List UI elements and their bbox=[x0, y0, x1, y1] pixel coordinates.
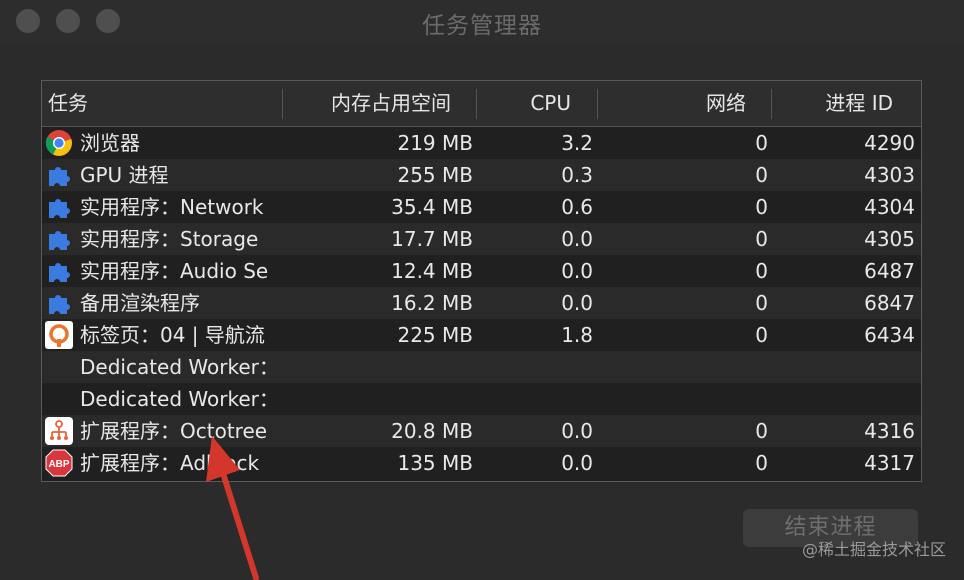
orange-logo-icon bbox=[45, 321, 73, 349]
network-value: 0 bbox=[755, 451, 768, 475]
pid-value: 4317 bbox=[864, 451, 915, 475]
process-table: 任务 内存占用空间 CPU 网络 进程 ID 浏览器 219 MB 3.2 0 … bbox=[41, 80, 922, 482]
table-row[interactable]: 标签页：04 | 导航流 225 MB 1.8 0 6434 bbox=[42, 319, 921, 351]
cpu-value: 0.0 bbox=[561, 227, 593, 251]
table-row[interactable]: Dedicated Worker： bbox=[42, 351, 921, 383]
table-row[interactable]: 实用程序：Storage 17.7 MB 0.0 0 4305 bbox=[42, 223, 921, 255]
network-value: 0 bbox=[755, 195, 768, 219]
column-divider bbox=[282, 89, 283, 119]
puzzle-icon bbox=[49, 167, 70, 186]
memory-value: 255 MB bbox=[397, 163, 473, 187]
octotree-icon bbox=[45, 417, 73, 445]
task-name: 标签页：04 | 导航流 bbox=[80, 323, 265, 347]
network-value: 0 bbox=[755, 131, 768, 155]
column-header-memory[interactable]: 内存占用空间 bbox=[331, 81, 451, 126]
task-name: Dedicated Worker： bbox=[80, 355, 279, 379]
svg-text:ABP: ABP bbox=[48, 459, 69, 470]
memory-value: 16.2 MB bbox=[391, 291, 473, 315]
cpu-value: 3.2 bbox=[561, 131, 593, 155]
table-row[interactable]: 扩展程序：Octotree 20.8 MB 0.0 0 4316 bbox=[42, 415, 921, 447]
pid-value: 6434 bbox=[864, 323, 915, 347]
network-value: 0 bbox=[755, 291, 768, 315]
watermark: @稀土掘金技术社区 bbox=[801, 540, 946, 559]
pid-value: 6487 bbox=[864, 259, 915, 283]
cpu-value: 1.8 bbox=[561, 323, 593, 347]
table-body: 浏览器 219 MB 3.2 0 4290 GPU 进程 255 MB 0.3 … bbox=[42, 127, 921, 479]
memory-value: 12.4 MB bbox=[391, 259, 473, 283]
puzzle-icon bbox=[49, 295, 70, 314]
cpu-value: 0.3 bbox=[561, 163, 593, 187]
memory-value: 219 MB bbox=[397, 131, 473, 155]
pid-value: 4304 bbox=[864, 195, 915, 219]
puzzle-icon bbox=[49, 263, 70, 282]
task-name: 浏览器 bbox=[80, 131, 140, 155]
pid-value: 4303 bbox=[864, 163, 915, 187]
column-header-network[interactable]: 网络 bbox=[706, 81, 746, 126]
task-name: 实用程序：Audio Se bbox=[80, 259, 269, 283]
table-row[interactable]: 实用程序：Network 35.4 MB 0.6 0 4304 bbox=[42, 191, 921, 223]
abp-icon: ABP bbox=[45, 449, 73, 477]
memory-value: 17.7 MB bbox=[391, 227, 473, 251]
chrome-icon bbox=[45, 130, 72, 156]
memory-value: 35.4 MB bbox=[391, 195, 473, 219]
network-value: 0 bbox=[755, 227, 768, 251]
pid-value: 4305 bbox=[864, 227, 915, 251]
task-name: 实用程序：Network bbox=[80, 195, 264, 219]
table-header: 任务 内存占用空间 CPU 网络 进程 ID bbox=[42, 81, 921, 127]
task-name: GPU 进程 bbox=[80, 163, 169, 187]
task-name: 扩展程序：Adblock bbox=[80, 451, 260, 475]
puzzle-icon bbox=[49, 199, 70, 218]
network-value: 0 bbox=[755, 259, 768, 283]
table-row[interactable]: ABP 扩展程序：Adblock 135 MB 0.0 0 4317 bbox=[42, 447, 921, 479]
column-header-pid[interactable]: 进程 ID bbox=[825, 81, 893, 126]
task-name: Dedicated Worker： bbox=[80, 387, 279, 411]
cpu-value: 0.0 bbox=[561, 419, 593, 443]
table-row[interactable]: Dedicated Worker： bbox=[42, 383, 921, 415]
column-header-task[interactable]: 任务 bbox=[48, 81, 88, 126]
task-name: 实用程序：Storage bbox=[80, 227, 259, 251]
puzzle-icon bbox=[49, 231, 70, 250]
task-manager-window: 任务管理器 任务 内存占用空间 CPU 网络 进程 ID 浏览器 219 MB … bbox=[0, 0, 964, 580]
table-row[interactable]: 实用程序：Audio Se 12.4 MB 0.0 0 6487 bbox=[42, 255, 921, 287]
network-value: 0 bbox=[755, 323, 768, 347]
title-bar: 任务管理器 bbox=[0, 0, 964, 44]
table-row[interactable]: 浏览器 219 MB 3.2 0 4290 bbox=[42, 127, 921, 159]
table-row[interactable]: 备用渲染程序 16.2 MB 0.0 0 6847 bbox=[42, 287, 921, 319]
cpu-value: 0.6 bbox=[561, 195, 593, 219]
task-name: 备用渲染程序 bbox=[80, 291, 200, 315]
column-divider bbox=[771, 89, 772, 119]
pid-value: 6847 bbox=[864, 291, 915, 315]
column-divider bbox=[476, 89, 477, 119]
column-header-cpu[interactable]: CPU bbox=[530, 81, 571, 126]
network-value: 0 bbox=[755, 163, 768, 187]
memory-value: 135 MB bbox=[397, 451, 473, 475]
task-name: 扩展程序：Octotree bbox=[80, 419, 268, 443]
pid-value: 4290 bbox=[864, 131, 915, 155]
cpu-value: 0.0 bbox=[561, 291, 593, 315]
network-value: 0 bbox=[755, 419, 768, 443]
cpu-value: 0.0 bbox=[561, 451, 593, 475]
memory-value: 20.8 MB bbox=[391, 419, 473, 443]
memory-value: 225 MB bbox=[397, 323, 473, 347]
table-row[interactable]: GPU 进程 255 MB 0.3 0 4303 bbox=[42, 159, 921, 191]
window-title: 任务管理器 bbox=[422, 13, 542, 39]
column-divider bbox=[597, 89, 598, 119]
pid-value: 4316 bbox=[864, 419, 915, 443]
cpu-value: 0.0 bbox=[561, 259, 593, 283]
